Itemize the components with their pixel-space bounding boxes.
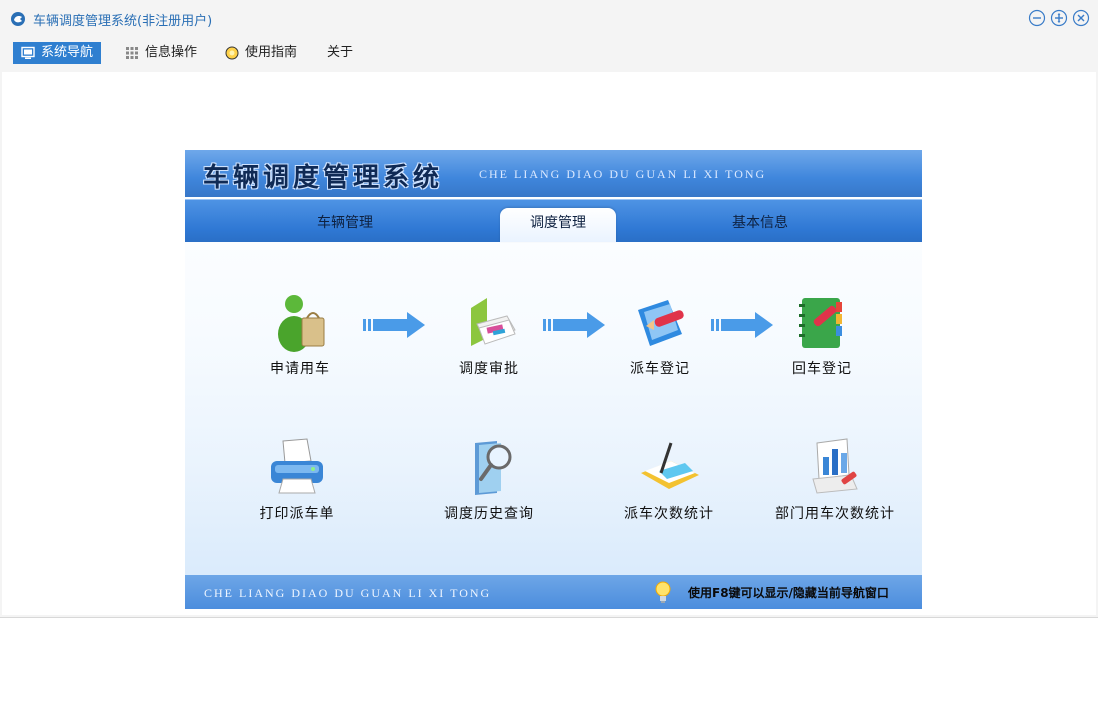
printer-icon	[271, 438, 323, 494]
app-logo-icon	[11, 12, 25, 26]
banner-pinyin: CHE LIANG DIAO DU GUAN LI XI TONG	[479, 167, 767, 181]
footer-hint: 使用F8键可以显示/隐藏当前导航窗口	[688, 586, 889, 600]
pencil-scroll-icon	[638, 300, 684, 346]
window-title: 车辆调度管理系统(非注册用户)	[33, 14, 213, 29]
dispatch-count-stats-button[interactable]: 派车次数统计	[609, 435, 729, 523]
folder-stack-icon	[471, 298, 516, 346]
banner: 车辆调度管理系统 CHE LIANG DIAO DU GUAN LI XI TO…	[185, 150, 922, 197]
node-label: 申请用车	[270, 361, 330, 377]
node-label: 调度审批	[459, 361, 519, 377]
bar-chart-board-icon	[812, 438, 858, 494]
tab-label: 车辆管理	[317, 215, 373, 231]
arrow-right-icon	[543, 312, 605, 338]
grid-icon	[126, 47, 138, 59]
print-dispatch-button[interactable]: 打印派车单	[237, 435, 357, 523]
apply-vehicle-button[interactable]: 申请用车	[240, 290, 360, 378]
tab-basic-info[interactable]: 基本信息	[660, 208, 860, 242]
tab-label: 调度管理	[530, 215, 586, 231]
menu-item-label: 信息操作	[145, 45, 198, 60]
close-icon[interactable]	[1072, 9, 1090, 27]
title-bar[interactable]: 车辆调度管理系统(非注册用户)	[0, 0, 1098, 36]
footer-bar: CHE LIANG DIAO DU GUAN LI XI TONG 使用F8键可…	[185, 575, 922, 609]
app-window: 车辆调度管理系统(非注册用户) 系统导航 信息操作 使用指南 关于 车辆调度管理…	[0, 0, 1098, 618]
return-register-button[interactable]: 回车登记	[762, 290, 882, 378]
menu-item-info[interactable]: 信息操作	[117, 42, 205, 64]
dispatch-history-button[interactable]: 调度历史查询	[429, 435, 549, 523]
menu-item-about[interactable]: 关于	[319, 42, 361, 64]
lightbulb-icon	[655, 581, 671, 603]
menu-item-label: 关于	[327, 45, 354, 60]
menu-item-label: 使用指南	[245, 45, 298, 60]
node-label: 派车登记	[630, 361, 690, 377]
magnifier-folder-icon	[475, 441, 512, 495]
dispatch-register-button[interactable]: 派车登记	[600, 290, 720, 378]
department-usage-stats-button[interactable]: 部门用车次数统计	[775, 435, 895, 523]
banner-title: 车辆调度管理系统	[203, 163, 444, 193]
menu-item-guide[interactable]: 使用指南	[217, 42, 305, 64]
menu-item-nav[interactable]: 系统导航	[13, 42, 102, 64]
tab-vehicle-management[interactable]: 车辆管理	[245, 208, 445, 242]
monitor-icon	[21, 46, 35, 59]
menu-bar: 系统导航 信息操作 使用指南 关于	[0, 40, 1098, 68]
node-label: 回车登记	[792, 361, 852, 377]
maximize-icon[interactable]	[1050, 9, 1068, 27]
chart-book-icon	[641, 442, 699, 489]
help-icon	[225, 46, 239, 60]
tab-strip: 车辆管理 调度管理 基本信息	[185, 199, 922, 242]
arrow-right-icon	[363, 312, 425, 338]
node-label: 打印派车单	[259, 506, 335, 522]
dispatch-approval-button[interactable]: 调度审批	[429, 290, 549, 378]
minimize-icon[interactable]	[1028, 9, 1046, 27]
footer-pinyin: CHE LIANG DIAO DU GUAN LI XI TONG	[204, 586, 492, 600]
navigation-panel: 车辆调度管理系统 CHE LIANG DIAO DU GUAN LI XI TO…	[185, 150, 922, 609]
user-bag-icon	[278, 295, 325, 352]
node-label: 部门用车次数统计	[775, 506, 895, 522]
tab-label: 基本信息	[732, 215, 788, 231]
green-notebook-icon	[799, 298, 842, 348]
tab-dispatch-management[interactable]: 调度管理	[500, 208, 616, 242]
menu-item-label: 系统导航	[41, 45, 94, 60]
window-controls	[1028, 9, 1090, 27]
node-label: 调度历史查询	[444, 506, 534, 522]
node-label: 派车次数统计	[624, 506, 714, 522]
